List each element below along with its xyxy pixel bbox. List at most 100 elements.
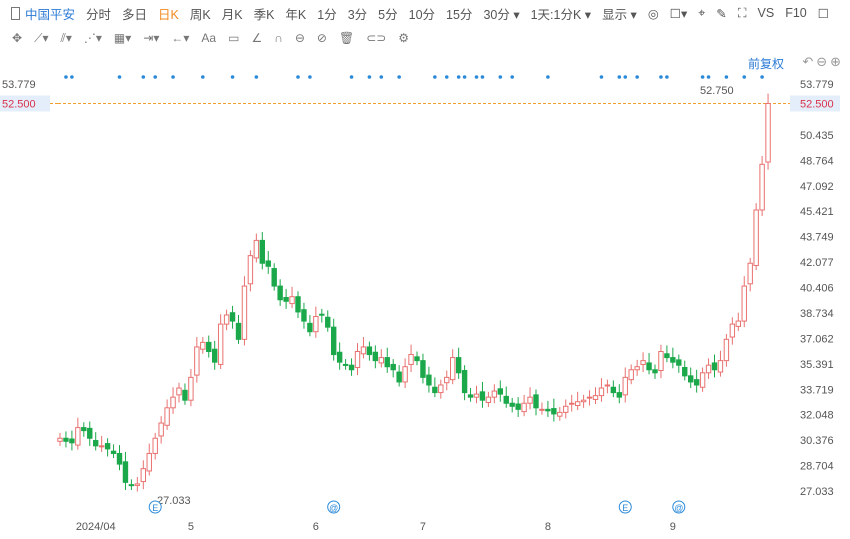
signal-dot (498, 75, 503, 79)
signal-dot (480, 75, 485, 79)
candle-down (497, 388, 504, 395)
candle-up (747, 262, 753, 285)
x-tick-label: 8 (545, 521, 551, 533)
candle-down (104, 443, 111, 450)
y-tick-label: 30.376 (800, 435, 834, 447)
candle-up (194, 346, 200, 376)
candle-down (682, 366, 688, 377)
candle-down (551, 408, 557, 415)
signal-dot (308, 75, 312, 79)
candle-down (325, 316, 331, 328)
candle-down (479, 391, 486, 401)
candle-down (331, 326, 337, 356)
candle-up (485, 396, 492, 403)
candle-down (366, 346, 373, 356)
candle-down (509, 402, 515, 407)
candle-up (378, 357, 385, 364)
candle-up (527, 396, 533, 404)
candle-up (140, 468, 147, 483)
candlestick-chart[interactable]: 53.779 50.435 48.764 47.092 45.421 43.749 42.0… (0, 0, 850, 539)
x-tick-label: 2024/04 (76, 521, 116, 533)
candle-down (319, 313, 325, 316)
signal-dot (760, 75, 764, 79)
signal-dot (397, 75, 401, 79)
candle-up (604, 384, 611, 387)
x-tick-label: 6 (313, 521, 319, 533)
candle-up (580, 399, 587, 403)
candle-down (432, 386, 438, 394)
candle-down (206, 341, 212, 353)
candle-down (693, 379, 700, 386)
candle-down (676, 359, 682, 366)
y-tick-label: 28.704 (800, 461, 834, 473)
candle-up (313, 316, 319, 333)
signal-dot (153, 75, 157, 79)
candle-up (354, 351, 361, 368)
candle-up (408, 354, 414, 365)
y-tick-label: 45.421 (800, 206, 834, 218)
high-price-label: 52.750 (700, 85, 734, 97)
y-tick-label: 47.092 (800, 181, 834, 193)
candle-down (116, 452, 123, 465)
signal-dot (659, 75, 663, 79)
signal-dot (700, 75, 705, 79)
candle-down (342, 363, 349, 366)
signal-dot (117, 75, 122, 79)
y-tick-label: 27.033 (800, 486, 834, 498)
signal-dot (64, 75, 68, 79)
signal-dot (623, 75, 628, 79)
y-tick-label: 42.077 (800, 257, 834, 269)
candle-up (598, 387, 605, 397)
candle-down (545, 408, 551, 412)
candle-up (158, 422, 164, 437)
candle-up (247, 255, 254, 285)
candle-up (759, 163, 765, 211)
candle-down (610, 386, 617, 394)
candle-down (110, 450, 117, 454)
candle-down (455, 357, 462, 374)
candle-up (223, 314, 230, 325)
candle-down (616, 392, 622, 398)
candle-up (539, 408, 545, 411)
event-marker-label: @ (329, 503, 338, 513)
signal-dot (349, 75, 354, 79)
candle-down (414, 356, 420, 362)
candle-down (664, 353, 670, 359)
candle-up (717, 360, 724, 373)
candle-up (735, 320, 741, 327)
signal-dot (379, 75, 384, 79)
candle-down (688, 375, 694, 383)
signal-dot (724, 75, 729, 79)
candle-up (98, 445, 105, 448)
signal-dot (706, 75, 711, 79)
signal-dot (367, 75, 372, 79)
candle-up (592, 395, 599, 400)
candle-down (372, 351, 379, 362)
y-tick-label-left: 53.779 (2, 79, 36, 91)
candle-up (634, 366, 640, 371)
signal-dot (742, 75, 747, 79)
candle-up (241, 285, 248, 340)
signal-dot (635, 75, 639, 79)
low-price-label: 27.033 (157, 495, 191, 507)
candle-down (652, 369, 658, 374)
signal-dot (474, 75, 479, 79)
candle-down (229, 312, 236, 322)
candle-up (765, 102, 771, 163)
candle-down (461, 370, 468, 394)
candle-down (670, 357, 676, 363)
current-price-left: 52.500 (2, 98, 36, 110)
candle-up (152, 437, 158, 454)
signal-dot (171, 75, 175, 79)
candle-up (75, 427, 81, 446)
candle-down (271, 268, 277, 287)
candle-down (533, 394, 539, 409)
signal-dot (546, 75, 550, 79)
candle-up (521, 402, 527, 413)
candle-down (283, 296, 289, 302)
y-tick-label: 53.779 (800, 79, 834, 91)
candle-down (277, 285, 283, 301)
candle-down (711, 362, 718, 371)
candle-up (200, 341, 206, 350)
x-tick-label: 5 (188, 521, 194, 533)
